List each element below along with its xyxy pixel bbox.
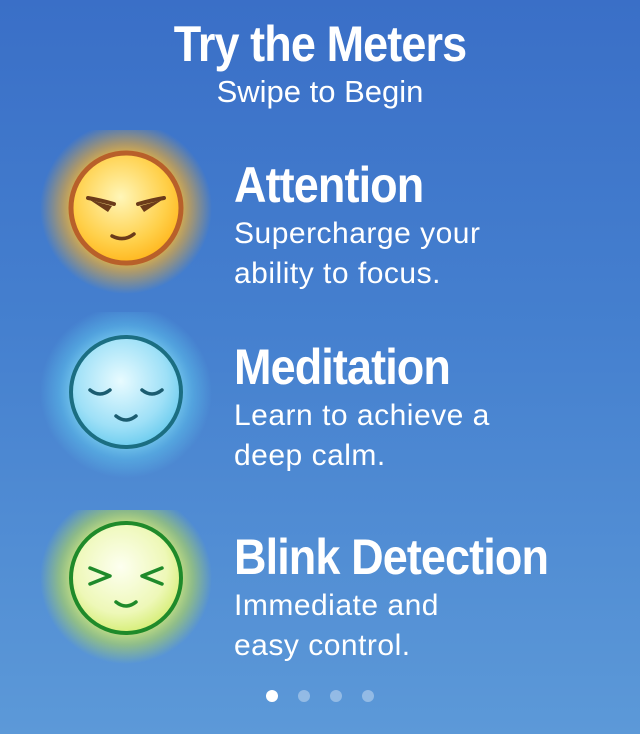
- meter-description: Supercharge your ability to focus.: [234, 214, 634, 294]
- meter-description-line: deep calm.: [234, 439, 386, 472]
- meter-description-line: easy control.: [234, 629, 411, 662]
- calm-face-icon: [38, 312, 214, 488]
- meter-text: Attention Supercharge your ability to fo…: [234, 158, 634, 294]
- meter-description-line: ability to focus.: [234, 257, 441, 290]
- page-dot-2[interactable]: [298, 690, 310, 702]
- meter-description-line: Supercharge your: [234, 217, 481, 250]
- meter-description: Immediate and easy control.: [234, 586, 634, 666]
- meter-attention: Attention Supercharge your ability to fo…: [0, 130, 640, 300]
- meter-title: Blink Detection: [234, 529, 549, 585]
- meter-blink-detection: Blink Detection Immediate and easy contr…: [0, 510, 640, 680]
- squinting-face-icon: [38, 510, 214, 686]
- header: Try the Meters Swipe to Begin: [0, 14, 640, 110]
- meter-meditation: Meditation Learn to achieve a deep calm.: [0, 312, 640, 482]
- meter-text: Blink Detection Immediate and easy contr…: [234, 530, 634, 666]
- page-dot-3[interactable]: [330, 690, 342, 702]
- meter-description-line: Immediate and: [234, 589, 439, 622]
- page-dot-4[interactable]: [362, 690, 374, 702]
- meter-text: Meditation Learn to achieve a deep calm.: [234, 340, 634, 476]
- page-subtitle: Swipe to Begin: [216, 74, 424, 109]
- meter-title: Meditation: [234, 339, 451, 395]
- meter-description: Learn to achieve a deep calm.: [234, 396, 634, 476]
- page-title: Try the Meters: [173, 16, 467, 72]
- page-indicator[interactable]: [0, 690, 640, 706]
- meter-title: Attention: [234, 157, 424, 213]
- page-dot-1[interactable]: [266, 690, 278, 702]
- meter-description-line: Learn to achieve a: [234, 399, 490, 432]
- determined-face-icon: [38, 130, 214, 306]
